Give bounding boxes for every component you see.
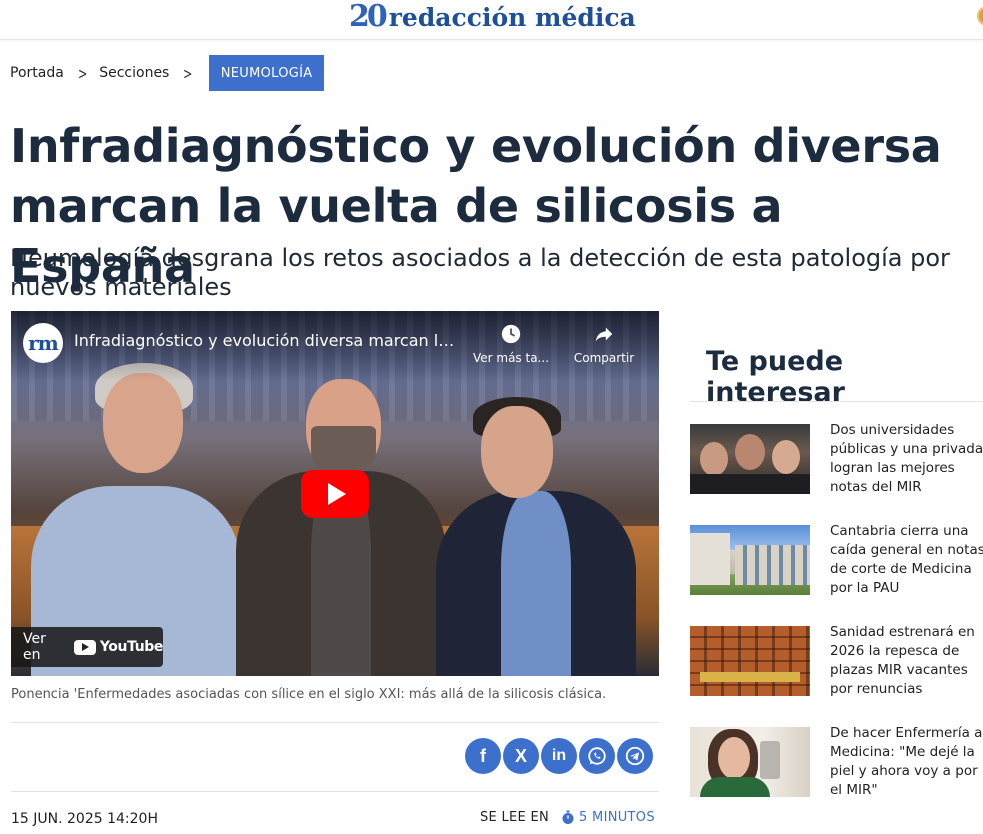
- publish-date: 15 JUN. 2025 14:20H: [11, 811, 158, 827]
- channel-avatar[interactable]: rm: [23, 323, 63, 363]
- stopwatch-icon: [562, 810, 574, 824]
- article-subtitle: Neumología desgrana los retos asociados …: [10, 244, 950, 301]
- reading-time: SE LEE EN 5 MINUTOS: [480, 810, 655, 825]
- breadcrumb-sections-link[interactable]: Secciones: [99, 65, 169, 81]
- clock-icon: [501, 324, 521, 344]
- telegram-share-button[interactable]: [617, 738, 653, 774]
- related-item-title: Sanidad estrenará en 2026 la repesca de …: [830, 624, 975, 697]
- chevron-right-icon: >: [77, 63, 88, 83]
- reading-time-value: 5 MINUTOS: [561, 810, 655, 825]
- play-icon: [328, 483, 346, 505]
- speaker-3-shirt: [501, 491, 571, 676]
- video-share-button[interactable]: Compartir: [559, 323, 649, 365]
- watch-later-button[interactable]: Ver más ta...: [466, 323, 556, 365]
- video-player[interactable]: rm Infradiagnóstico y evolución diversa …: [11, 311, 659, 676]
- site-header: 20 redacción médica: [0, 0, 983, 40]
- linkedin-share-button[interactable]: in: [541, 738, 577, 774]
- speaker-3-head: [481, 406, 553, 498]
- divider: [11, 722, 659, 723]
- related-item-title: De hacer Enfermería a Medicina: "Me dejé…: [830, 725, 983, 798]
- speaker-1-head: [103, 373, 183, 473]
- related-title: Te puede interesar: [706, 346, 845, 408]
- x-icon: X: [514, 745, 527, 766]
- video-share-label: Compartir: [573, 351, 635, 365]
- watch-later-label: Ver más ta...: [472, 351, 550, 365]
- related-item[interactable]: Sanidad estrenará en 2026 la repesca de …: [690, 624, 983, 706]
- facebook-icon: f: [480, 745, 486, 766]
- reading-time-label: SE LEE EN: [480, 810, 550, 825]
- youtube-logo: YouTube: [73, 639, 164, 655]
- related-item-image: [690, 424, 810, 494]
- watch-on-label: Ver en: [23, 631, 46, 663]
- divider: [11, 791, 659, 792]
- section-tag-link[interactable]: NEUMOLOGÍA: [208, 55, 325, 91]
- related-item-image: [690, 525, 810, 595]
- youtube-play-icon: [73, 639, 96, 655]
- breadcrumb: Portada > Secciones > NEUMOLOGÍA: [10, 55, 325, 91]
- breadcrumb-home-link[interactable]: Portada: [10, 65, 64, 81]
- telegram-icon: [625, 746, 645, 766]
- linkedin-icon: in: [551, 747, 567, 764]
- chevron-right-icon: >: [183, 63, 193, 83]
- related-item-image: [690, 727, 810, 797]
- share-arrow-icon: [595, 327, 613, 342]
- video-title-link[interactable]: Infradiagnóstico y evolución diversa mar…: [74, 331, 464, 350]
- user-avatar-icon[interactable]: [977, 6, 983, 26]
- youtube-wordmark: YouTube: [99, 639, 164, 655]
- divider: [690, 401, 983, 402]
- x-share-button[interactable]: X: [503, 738, 539, 774]
- related-item[interactable]: Dos universidades públicas y una privada…: [690, 422, 983, 504]
- related-item[interactable]: De hacer Enfermería a Medicina: "Me dejé…: [690, 725, 983, 807]
- site-logo[interactable]: 20 redacción médica: [349, 0, 636, 37]
- logo-wordmark: redacción médica: [388, 2, 636, 32]
- logo-anniversary-number: 20: [349, 0, 388, 34]
- play-button[interactable]: [301, 470, 369, 518]
- whatsapp-share-button[interactable]: [579, 738, 615, 774]
- watch-on-youtube-button[interactable]: Ver en YouTube: [11, 627, 163, 667]
- speaker-2-beard: [311, 426, 376, 476]
- video-caption: Ponencia 'Enfermedades asociadas con síl…: [11, 687, 607, 702]
- reading-time-minutes: 5 MINUTOS: [579, 810, 655, 825]
- facebook-share-button[interactable]: f: [465, 738, 501, 774]
- related-item-title: Dos universidades públicas y una privada…: [830, 422, 983, 495]
- related-item-image: [690, 626, 810, 696]
- whatsapp-icon: [588, 747, 606, 765]
- related-item[interactable]: Cantabria cierra una caída general en no…: [690, 523, 983, 605]
- related-item-title: Cantabria cierra una caída general en no…: [830, 523, 983, 596]
- share-buttons: f X in: [465, 738, 653, 774]
